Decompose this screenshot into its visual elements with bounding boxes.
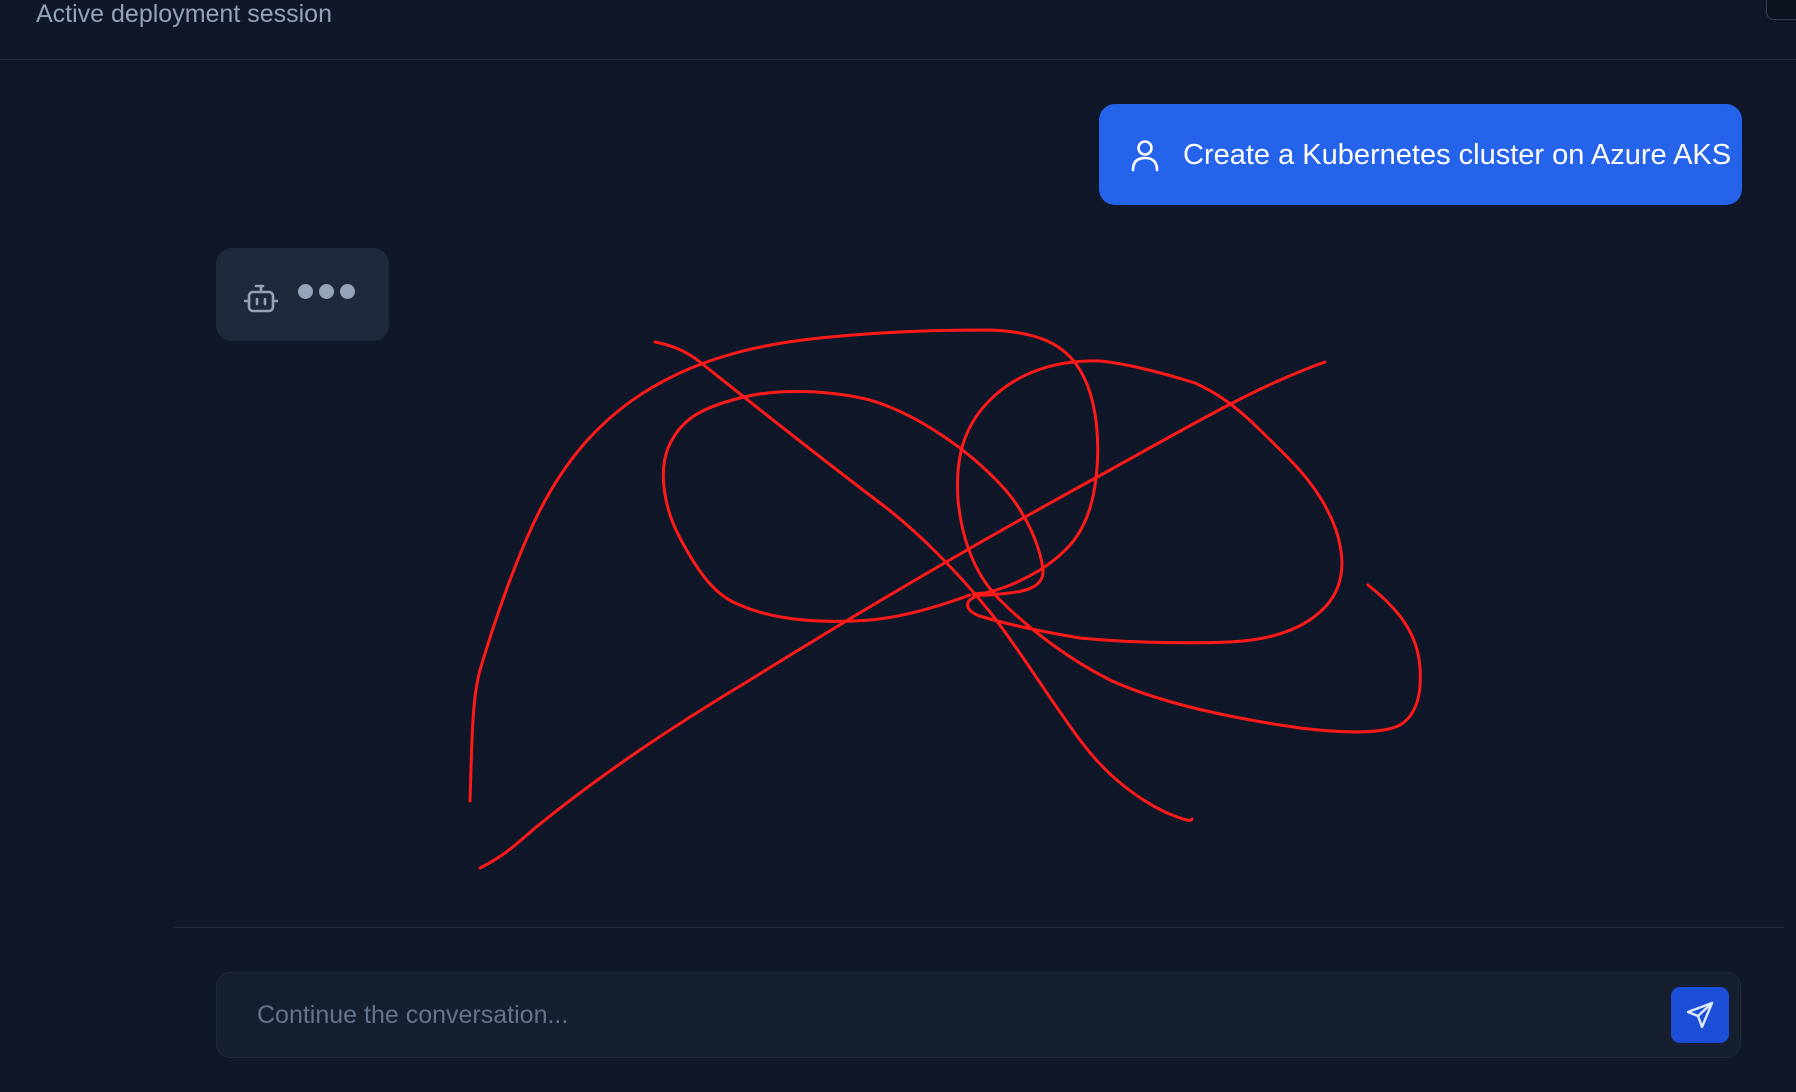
user-message: Create a Kubernetes cluster on Azure AKS (1099, 104, 1742, 205)
user-message-text: Create a Kubernetes cluster on Azure AKS (1183, 138, 1732, 171)
session-subtitle: Active deployment session (36, 0, 332, 28)
chat-page: Active deployment session Create a Kuber… (0, 0, 1796, 1092)
send-icon (1685, 1000, 1715, 1030)
header: Active deployment session (0, 0, 1796, 60)
composer-divider (174, 927, 1784, 928)
message-input[interactable] (237, 987, 1657, 1043)
typing-dot (340, 284, 355, 299)
typing-dot (319, 284, 334, 299)
typing-dot (298, 284, 313, 299)
robot-icon (244, 281, 278, 315)
user-icon (1129, 137, 1161, 173)
assistant-typing-message (216, 248, 389, 341)
header-corner-control[interactable] (1766, 0, 1796, 20)
send-button[interactable] (1671, 987, 1729, 1043)
typing-indicator (298, 284, 355, 299)
message-composer (216, 972, 1741, 1058)
